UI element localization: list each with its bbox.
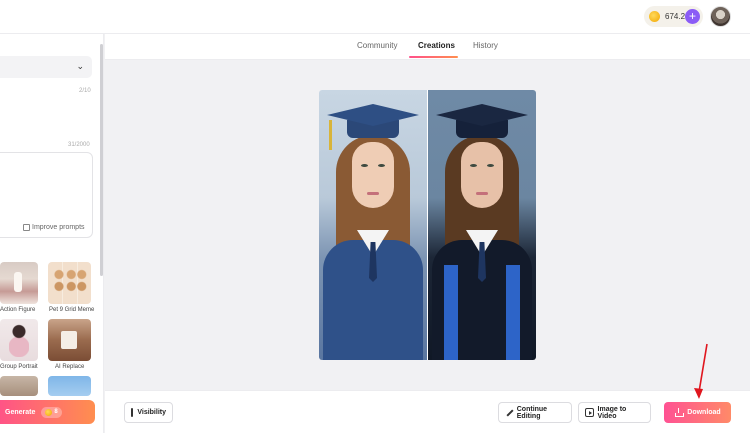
eye-shape	[378, 164, 385, 167]
template-action-figure-thumb[interactable]	[0, 262, 38, 304]
play-icon	[585, 408, 594, 417]
template-label: Pet 9 Grid Meme	[49, 307, 95, 313]
face-shape	[352, 142, 394, 208]
pencil-icon	[505, 408, 513, 417]
visibility-icon	[131, 408, 134, 417]
generate-button[interactable]: Generate 8	[0, 400, 95, 424]
template-pet-grid-thumb[interactable]	[48, 262, 91, 304]
top-bar: 674.2 +	[0, 0, 750, 34]
user-avatar[interactable]	[710, 6, 731, 27]
template-label: Group Portrait	[0, 364, 38, 370]
cap-shape	[327, 104, 419, 126]
template-thumb[interactable]	[48, 376, 91, 396]
tab-bar: Community Creations History	[105, 34, 750, 60]
visibility-label: Visibility	[137, 409, 166, 416]
style-count: 2/10	[79, 88, 91, 94]
template-group-portrait-thumb[interactable]	[0, 319, 38, 361]
coin-icon	[45, 408, 53, 416]
cap-shape	[436, 104, 528, 126]
photo-portrait	[428, 90, 536, 360]
eye-shape	[470, 164, 477, 167]
image-to-video-button[interactable]: Image to Video	[578, 402, 651, 423]
eye-shape	[487, 164, 494, 167]
credits-value: 674.2	[665, 12, 686, 21]
generate-label: Generate	[5, 408, 36, 416]
add-credits-button[interactable]: +	[685, 9, 700, 24]
tab-history[interactable]: History	[473, 41, 498, 50]
face-shape	[461, 142, 503, 208]
mouth-shape	[367, 192, 379, 195]
improve-prompts-button[interactable]: Improve prompts	[23, 224, 85, 231]
coin-icon	[649, 11, 660, 22]
improve-prompts-label: Improve prompts	[32, 224, 85, 231]
active-tab-indicator	[409, 56, 458, 58]
continue-editing-button[interactable]: Continue Editing	[498, 402, 572, 423]
visibility-button[interactable]: Visibility	[124, 402, 173, 423]
generate-cost: 8	[54, 409, 58, 415]
continue-editing-label: Continue Editing	[516, 405, 548, 420]
download-button[interactable]: Download	[664, 402, 731, 423]
tab-community[interactable]: Community	[357, 41, 397, 50]
prompt-input[interactable]: Improve prompts	[0, 152, 93, 238]
generate-cost-badge: 8	[41, 406, 62, 418]
template-label: Action Figure	[0, 307, 36, 313]
template-thumb[interactable]	[0, 376, 38, 396]
main-area: Community Creations History	[105, 34, 750, 390]
mouth-shape	[476, 192, 488, 195]
left-panel-scrollbar[interactable]	[100, 44, 103, 276]
download-icon	[674, 408, 685, 417]
eye-shape	[361, 164, 368, 167]
credits-balance[interactable]: 674.2 +	[644, 6, 703, 27]
left-panel: ⌄ 2/10 31/2000 Improve prompts Action Fi…	[0, 34, 104, 433]
magic-wand-icon	[23, 224, 30, 231]
generated-image[interactable]	[319, 90, 536, 360]
gown-stripe	[444, 265, 458, 360]
download-label: Download	[687, 409, 721, 416]
template-ai-replace-thumb[interactable]	[48, 319, 91, 361]
watercolor-portrait	[319, 90, 427, 360]
image-to-video-label: Image to Video	[597, 405, 627, 420]
template-label: AI Replace	[55, 364, 85, 370]
tab-creations[interactable]: Creations	[418, 41, 455, 50]
gown-stripe	[506, 265, 520, 360]
tassel-shape	[329, 120, 332, 150]
model-select[interactable]: ⌄	[0, 56, 92, 78]
action-bar: Visibility Continue Editing Image to Vid…	[105, 390, 750, 433]
chevron-down-icon: ⌄	[76, 61, 84, 71]
prompt-char-count: 31/2000	[68, 142, 90, 148]
